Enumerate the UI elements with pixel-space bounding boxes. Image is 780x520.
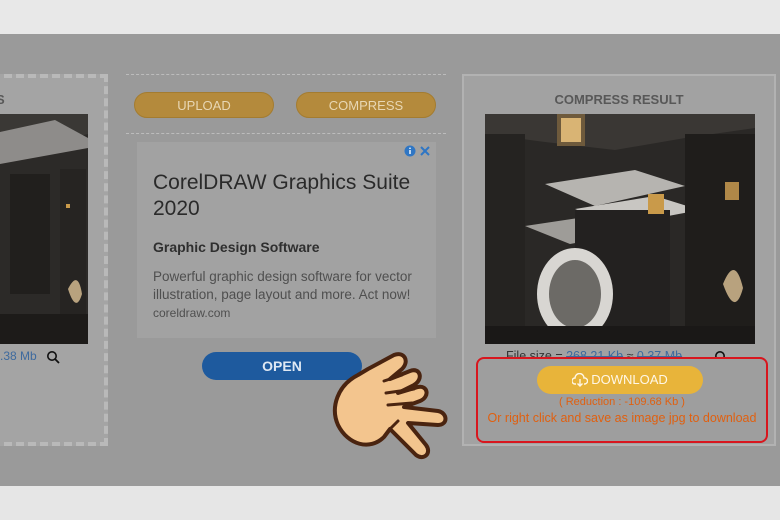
search-icon[interactable] <box>46 350 60 364</box>
save-instruction: Or right click and save as image jpg to … <box>487 411 757 425</box>
ad-title[interactable]: CorelDRAW Graphics Suite 2020 <box>153 170 428 222</box>
top-bar <box>0 0 780 34</box>
bottom-bar <box>0 486 780 520</box>
original-file-size: .38 Mb <box>0 349 37 363</box>
original-image[interactable] <box>0 114 88 344</box>
advertisement[interactable]: CorelDRAW Graphics Suite 2020 Graphic De… <box>137 142 436 338</box>
upload-button[interactable]: UPLOAD <box>134 92 274 118</box>
info-icon <box>404 145 416 157</box>
compress-result-title: COMPRESS RESULT <box>554 92 684 107</box>
ad-domain[interactable]: coreldraw.com <box>153 306 230 320</box>
pointing-hand-icon <box>332 352 448 460</box>
reduction-text: ( Reduction : -109.68 Kb ) <box>559 396 685 408</box>
ad-choices[interactable] <box>404 144 432 158</box>
original-panel-title: S <box>0 92 5 107</box>
download-label: DOWNLOAD <box>591 372 668 387</box>
cloud-download-icon <box>571 372 589 387</box>
compress-button[interactable]: COMPRESS <box>296 92 436 118</box>
download-button[interactable]: DOWNLOAD <box>537 366 703 394</box>
compressed-image[interactable] <box>485 114 755 344</box>
action-bar: UPLOAD COMPRESS <box>126 74 446 134</box>
close-icon <box>420 146 430 156</box>
ad-subtitle: Graphic Design Software <box>153 239 320 255</box>
ad-description: Powerful graphic design software for vec… <box>153 269 412 302</box>
